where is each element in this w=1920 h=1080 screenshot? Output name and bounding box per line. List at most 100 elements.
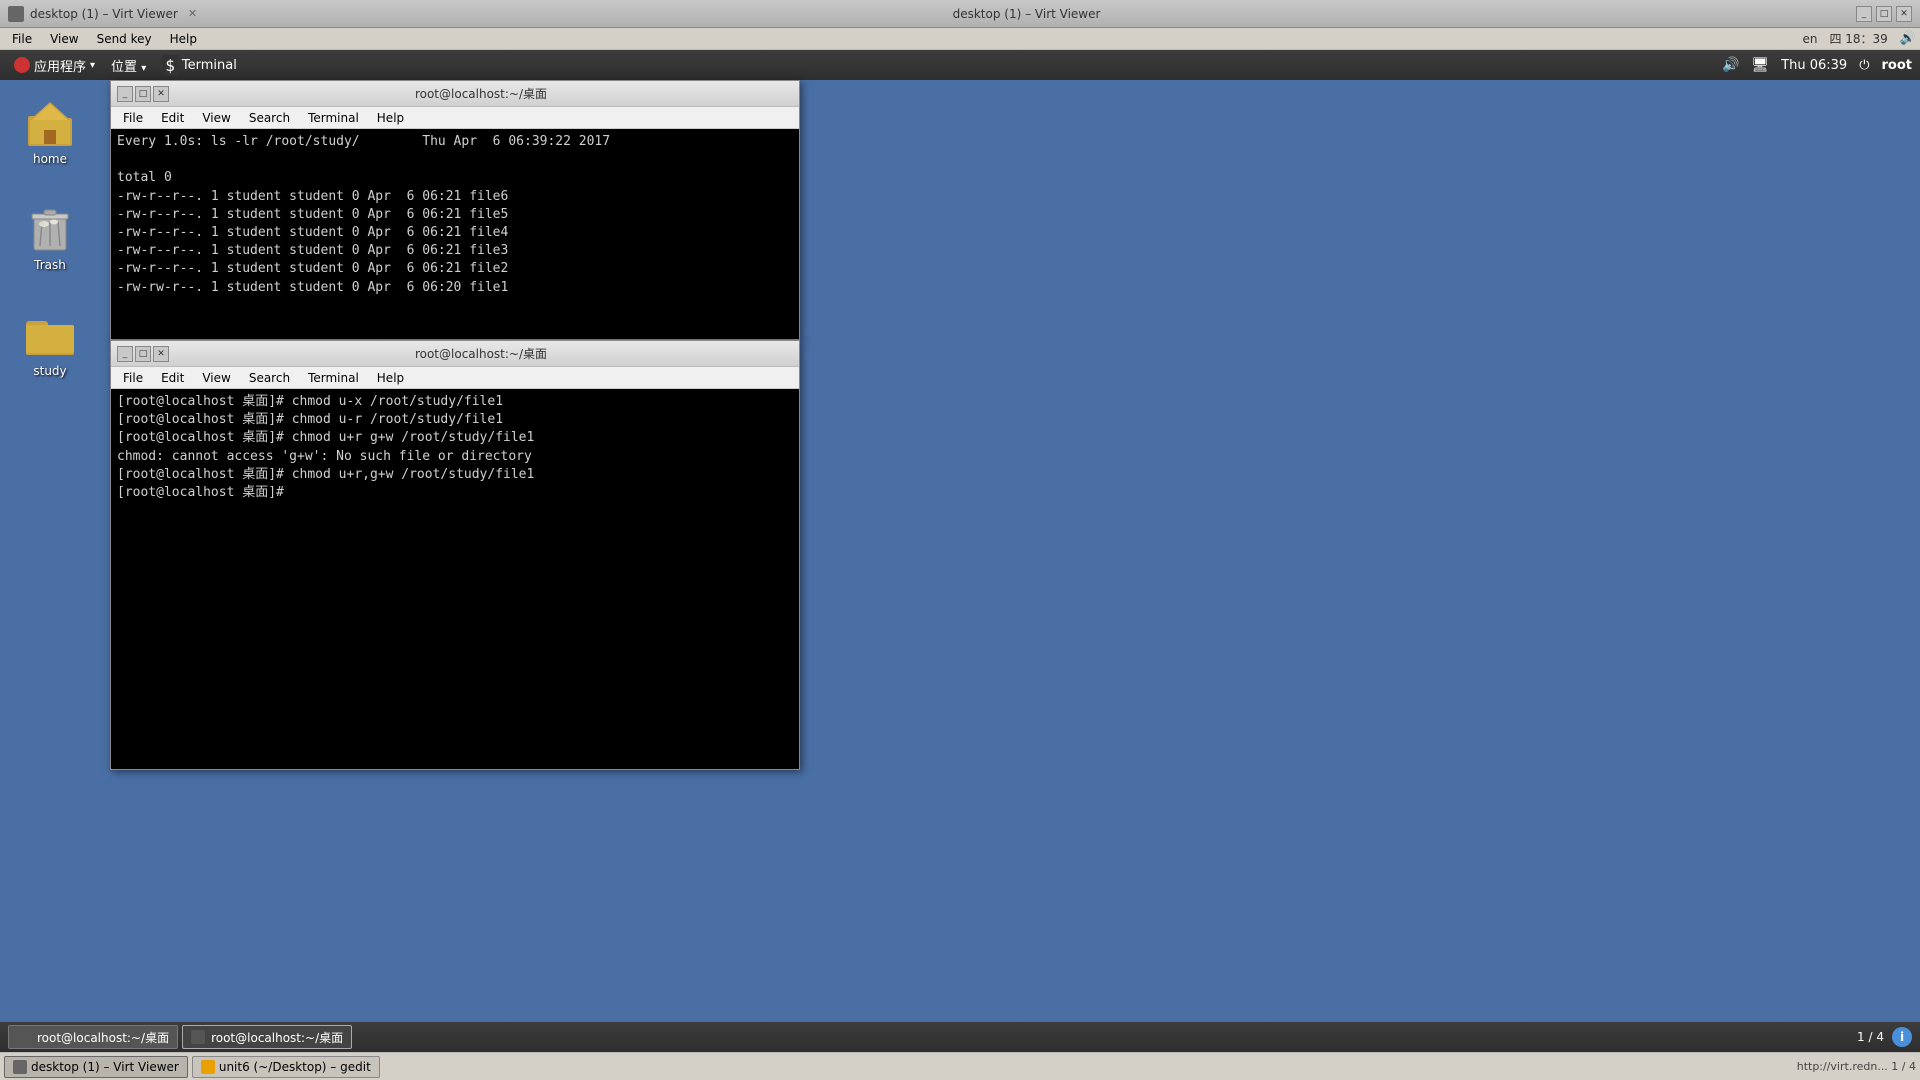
host-menubar: File View Send key Help en 四 18：39 🔊 [0, 28, 1920, 50]
guest-panel-right: 🔊 🖥 Thu 06:39 ⏻ root [1722, 57, 1912, 73]
term2-menu-help[interactable]: Help [369, 369, 412, 387]
host-taskbar-right: http://virt.redn... 1 / 4 [1797, 1060, 1916, 1073]
home-icon-svg [26, 100, 74, 148]
desktop-icons: home [0, 80, 100, 1022]
host-taskbar-item-virtviewer[interactable]: desktop (1) – Virt Viewer [4, 1056, 188, 1078]
gedit-taskbar-icon [201, 1060, 215, 1074]
taskbar-term2-label: root@localhost:~/桌面 [211, 1029, 343, 1046]
term2-menu-file[interactable]: File [115, 369, 151, 387]
tab-close-btn[interactable]: ✕ [188, 7, 197, 20]
minimize-button[interactable]: _ [1856, 6, 1872, 22]
host-menu-sendkey[interactable]: Send key [89, 30, 160, 48]
desktop-icon-trash[interactable]: Trash [26, 206, 74, 272]
host-tab[interactable]: desktop (1) – Virt Viewer ✕ [8, 6, 197, 22]
guest-desktop-area: 应用程序 ▾ 位置 ▾ $ Terminal 🔊 🖥 Thu 06:39 ⏻ r… [0, 50, 1920, 1052]
terminal-launcher-label: Terminal [182, 58, 237, 73]
places-menu-button[interactable]: 位置 ▾ [105, 54, 152, 77]
taskbar-info-button[interactable]: i [1892, 1027, 1912, 1047]
panel-clock: Thu 06:39 [1781, 58, 1847, 73]
trash-icon-label: Trash [34, 258, 66, 272]
screen-icon: 🖥 [1751, 57, 1769, 73]
host-titlebar: desktop (1) – Virt Viewer ✕ desktop (1) … [0, 0, 1920, 28]
guest-panel-left: 应用程序 ▾ 位置 ▾ $ Terminal [8, 53, 243, 78]
term2-menu-search[interactable]: Search [241, 369, 298, 387]
study-folder-icon [26, 312, 74, 360]
virt-viewer-icon [8, 6, 24, 22]
close-button[interactable]: ✕ [1896, 6, 1912, 22]
terminal-launcher-button[interactable]: $ Terminal [156, 53, 243, 78]
host-menu-view[interactable]: View [42, 30, 86, 48]
host-window-title: desktop (1) – Virt Viewer [197, 7, 1856, 21]
taskbar-term1-label: root@localhost:~/桌面 [37, 1029, 169, 1046]
term2-menu-edit[interactable]: Edit [153, 369, 192, 387]
study-icon-label: study [33, 364, 66, 378]
gedit-taskbar-label: unit6 (~/Desktop) – gedit [219, 1060, 371, 1074]
host-window-controls: _ □ ✕ [1856, 6, 1912, 22]
terminal-2-menubar: File Edit View Search Terminal Help [111, 367, 799, 389]
apps-icon [14, 57, 30, 73]
term2-menu-view[interactable]: View [194, 369, 238, 387]
study-icon-svg [26, 315, 74, 357]
term1-menu-view[interactable]: View [194, 109, 238, 127]
taskbar-term1-icon [17, 1030, 31, 1044]
terminal-1-menubar: File Edit View Search Terminal Help [111, 107, 799, 129]
terminal-2-win-controls: _ □ ✕ [117, 346, 169, 362]
panel-user: root [1882, 58, 1913, 73]
term1-menu-help[interactable]: Help [369, 109, 412, 127]
taskbar-pager: 1 / 4 [1857, 1030, 1884, 1044]
term1-menu-search[interactable]: Search [241, 109, 298, 127]
terminal-1-win-controls: _ □ ✕ [117, 86, 169, 102]
guest-desktop: home [0, 80, 1920, 1022]
terminal-2-content: [root@localhost 桌面]# chmod u-x /root/stu… [111, 389, 799, 769]
apps-label: 应用程序 [34, 56, 86, 75]
terminal-2-minimize-btn[interactable]: _ [117, 346, 133, 362]
terminal-1-maximize-btn[interactable]: □ [135, 86, 151, 102]
trash-icon-svg [30, 206, 70, 254]
host-taskbar: desktop (1) – Virt Viewer unit6 (~/Deskt… [0, 1052, 1920, 1080]
taskbar-item-term2[interactable]: root@localhost:~/桌面 [182, 1025, 352, 1049]
home-icon-label: home [33, 152, 67, 166]
term1-menu-edit[interactable]: Edit [153, 109, 192, 127]
terminal-launcher-icon: $ [162, 55, 178, 76]
virtviewer-taskbar-label: desktop (1) – Virt Viewer [31, 1060, 179, 1074]
term1-menu-file[interactable]: File [115, 109, 151, 127]
home-folder-icon [26, 100, 74, 148]
apps-menu-button[interactable]: 应用程序 ▾ [8, 54, 101, 77]
host-lang: en [1802, 32, 1817, 46]
host-taskbar-item-gedit[interactable]: unit6 (~/Desktop) – gedit [192, 1056, 380, 1078]
terminal-1-titlebar: _ □ ✕ root@localhost:~/桌面 [111, 81, 799, 107]
maximize-button[interactable]: □ [1876, 6, 1892, 22]
term1-menu-terminal[interactable]: Terminal [300, 109, 367, 127]
terminal-1-content: Every 1.0s: ls -lr /root/study/ Thu Apr … [111, 129, 799, 339]
guest-taskbar-right: 1 / 4 i [1857, 1027, 1912, 1047]
host-datetime: 四 18：39 [1829, 30, 1887, 47]
terminal-2-titlebar: _ □ ✕ root@localhost:~/桌面 [111, 341, 799, 367]
apps-arrow-icon: ▾ [90, 60, 95, 71]
terminal-1-title: root@localhost:~/桌面 [169, 85, 793, 102]
virtviewer-taskbar-icon [13, 1060, 27, 1074]
terminal-2-title: root@localhost:~/桌面 [169, 345, 793, 362]
taskbar-term2-icon [191, 1030, 205, 1044]
places-label: 位置 [111, 60, 137, 75]
desktop-icon-home[interactable]: home [26, 100, 74, 166]
host-tab-label: desktop (1) – Virt Viewer [30, 7, 178, 21]
places-arrow-icon: ▾ [141, 63, 146, 74]
terminal-1-close-btn[interactable]: ✕ [153, 86, 169, 102]
trash-folder-icon [26, 206, 74, 254]
terminal-window-2: _ □ ✕ root@localhost:~/桌面 File Edit View… [110, 340, 800, 770]
term2-menu-terminal[interactable]: Terminal [300, 369, 367, 387]
host-volume-icon: 🔊 [1900, 31, 1916, 46]
desktop-icon-study[interactable]: study [26, 312, 74, 378]
guest-panel: 应用程序 ▾ 位置 ▾ $ Terminal 🔊 🖥 Thu 06:39 ⏻ r… [0, 50, 1920, 80]
terminal-1-minimize-btn[interactable]: _ [117, 86, 133, 102]
terminal-window-1: _ □ ✕ root@localhost:~/桌面 File Edit View… [110, 80, 800, 340]
terminal-2-maximize-btn[interactable]: □ [135, 346, 151, 362]
terminal-2-close-btn[interactable]: ✕ [153, 346, 169, 362]
guest-taskbar: root@localhost:~/桌面 root@localhost:~/桌面 … [0, 1022, 1920, 1052]
volume-status-icon: 🔊 [1722, 57, 1739, 73]
taskbar-item-term1[interactable]: root@localhost:~/桌面 [8, 1025, 178, 1049]
panel-power-icon: ⏻ [1859, 58, 1869, 73]
host-menu-file[interactable]: File [4, 30, 40, 48]
host-menu-help[interactable]: Help [162, 30, 205, 48]
virt-viewer-window: desktop (1) – Virt Viewer ✕ desktop (1) … [0, 0, 1920, 1080]
